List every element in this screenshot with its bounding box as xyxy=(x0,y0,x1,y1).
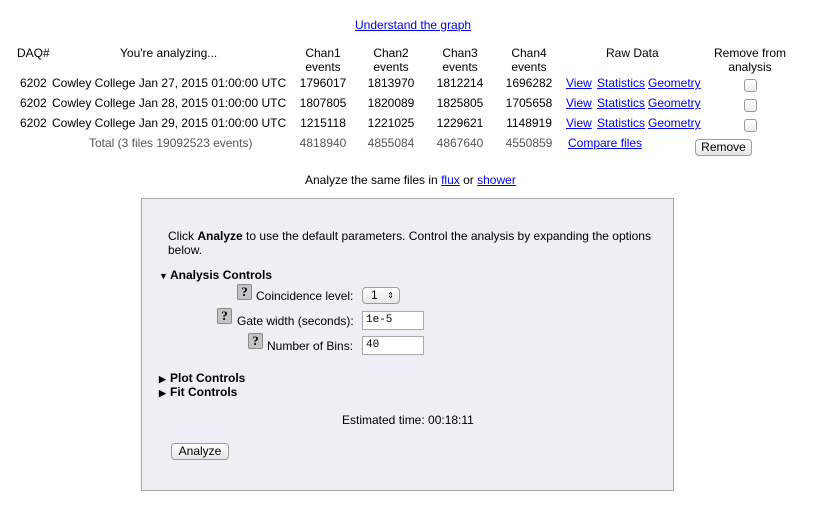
row-daq: 6202 xyxy=(20,76,47,90)
total-chan4: 4550859 xyxy=(505,136,553,150)
header-analyzing: You're analyzing... xyxy=(120,46,218,60)
header-raw-data: Raw Data xyxy=(606,46,659,60)
compare-files-link[interactable]: Compare files xyxy=(568,136,642,150)
triangle-right-icon: ▶ xyxy=(159,388,166,398)
statistics-link[interactable]: Statistics xyxy=(597,96,645,110)
header-chan2: Chan2 events xyxy=(373,46,409,74)
remove-checkbox[interactable] xyxy=(744,79,757,92)
help-icon[interactable]: ? xyxy=(248,333,263,349)
row-chan1: 1796017 xyxy=(299,76,347,90)
total-chan1: 4818940 xyxy=(299,136,347,150)
bins-label: Number of Bins: xyxy=(267,339,354,353)
header-remove: Remove from analysis xyxy=(713,46,787,74)
header-chan4: Chan4 events xyxy=(511,46,547,74)
plot-controls-toggle[interactable]: ▶ Plot Controls xyxy=(159,371,245,385)
header-chan3: Chan3 events xyxy=(442,46,478,74)
gate-width-label: Gate width (seconds): xyxy=(237,314,354,328)
header-daq: DAQ# xyxy=(17,46,50,60)
row-name: Cowley College Jan 29, 2015 01:00:00 UTC xyxy=(52,116,287,130)
header-chan1: Chan1 events xyxy=(305,46,341,74)
analysis-panel: Click Analyze to use the default paramet… xyxy=(141,198,674,491)
intro-analyze-bold: Analyze xyxy=(197,229,243,243)
estimated-time: Estimated time: 00:18:11 xyxy=(342,413,474,427)
total-label: Total (3 files 19092523 events) xyxy=(89,136,253,150)
view-link[interactable]: View xyxy=(566,76,592,90)
gate-width-input[interactable]: 1e-5 xyxy=(362,311,424,330)
total-chan3: 4867640 xyxy=(436,136,484,150)
row-chan3: 1812214 xyxy=(436,76,484,90)
total-chan2: 4855084 xyxy=(367,136,415,150)
statistics-link[interactable]: Statistics xyxy=(597,76,645,90)
row-chan4: 1705658 xyxy=(505,96,553,110)
statistics-link[interactable]: Statistics xyxy=(597,116,645,130)
analyze-same-prefix: Analyze the same files in xyxy=(305,173,438,187)
row-daq: 6202 xyxy=(20,116,47,130)
help-icon[interactable]: ? xyxy=(237,284,252,300)
row-chan4: 1148919 xyxy=(506,116,552,130)
view-link[interactable]: View xyxy=(566,116,592,130)
row-chan4: 1696282 xyxy=(505,76,553,90)
understand-graph-link[interactable]: Understand the graph xyxy=(355,18,471,32)
analyze-same-or: or xyxy=(463,173,474,187)
remove-checkbox[interactable] xyxy=(744,119,757,132)
row-chan3: 1229621 xyxy=(436,116,484,130)
row-chan1: 1215118 xyxy=(300,116,346,130)
row-name: Cowley College Jan 28, 2015 01:00:00 UTC xyxy=(52,96,287,110)
row-name: Cowley College Jan 27, 2015 01:00:00 UTC xyxy=(52,76,287,90)
flux-link[interactable]: flux xyxy=(441,173,460,187)
updown-arrows-icon: ⇕ xyxy=(387,291,394,300)
triangle-down-icon: ▼ xyxy=(159,271,168,281)
coincidence-select[interactable]: 1 ⇕ xyxy=(362,287,400,304)
help-icon[interactable]: ? xyxy=(217,308,232,324)
row-chan2: 1813970 xyxy=(367,76,415,90)
row-chan1: 1807805 xyxy=(299,96,347,110)
coincidence-value: 1 xyxy=(371,288,378,302)
analyze-button[interactable]: Analyze xyxy=(171,443,229,460)
shower-link[interactable]: shower xyxy=(477,173,516,187)
fit-controls-toggle[interactable]: ▶ Fit Controls xyxy=(159,385,237,399)
row-chan2: 1820089 xyxy=(367,96,415,110)
row-chan2: 1221025 xyxy=(367,116,415,130)
geometry-link[interactable]: Geometry xyxy=(648,96,701,110)
view-link[interactable]: View xyxy=(566,96,592,110)
triangle-right-icon: ▶ xyxy=(159,374,166,384)
remove-checkbox[interactable] xyxy=(744,99,757,112)
analyze-same-files: Analyze the same files in flux or shower xyxy=(305,173,516,187)
geometry-link[interactable]: Geometry xyxy=(648,76,701,90)
row-chan3: 1825805 xyxy=(436,96,484,110)
panel-intro: Click Analyze to use the default paramet… xyxy=(168,229,651,257)
remove-button[interactable]: Remove xyxy=(695,139,752,156)
row-daq: 6202 xyxy=(20,96,47,110)
geometry-link[interactable]: Geometry xyxy=(648,116,701,130)
bins-input[interactable]: 40 xyxy=(362,336,424,355)
analysis-controls-toggle[interactable]: ▼ Analysis Controls xyxy=(159,268,272,282)
coincidence-label: Coincidence level: xyxy=(256,289,354,303)
